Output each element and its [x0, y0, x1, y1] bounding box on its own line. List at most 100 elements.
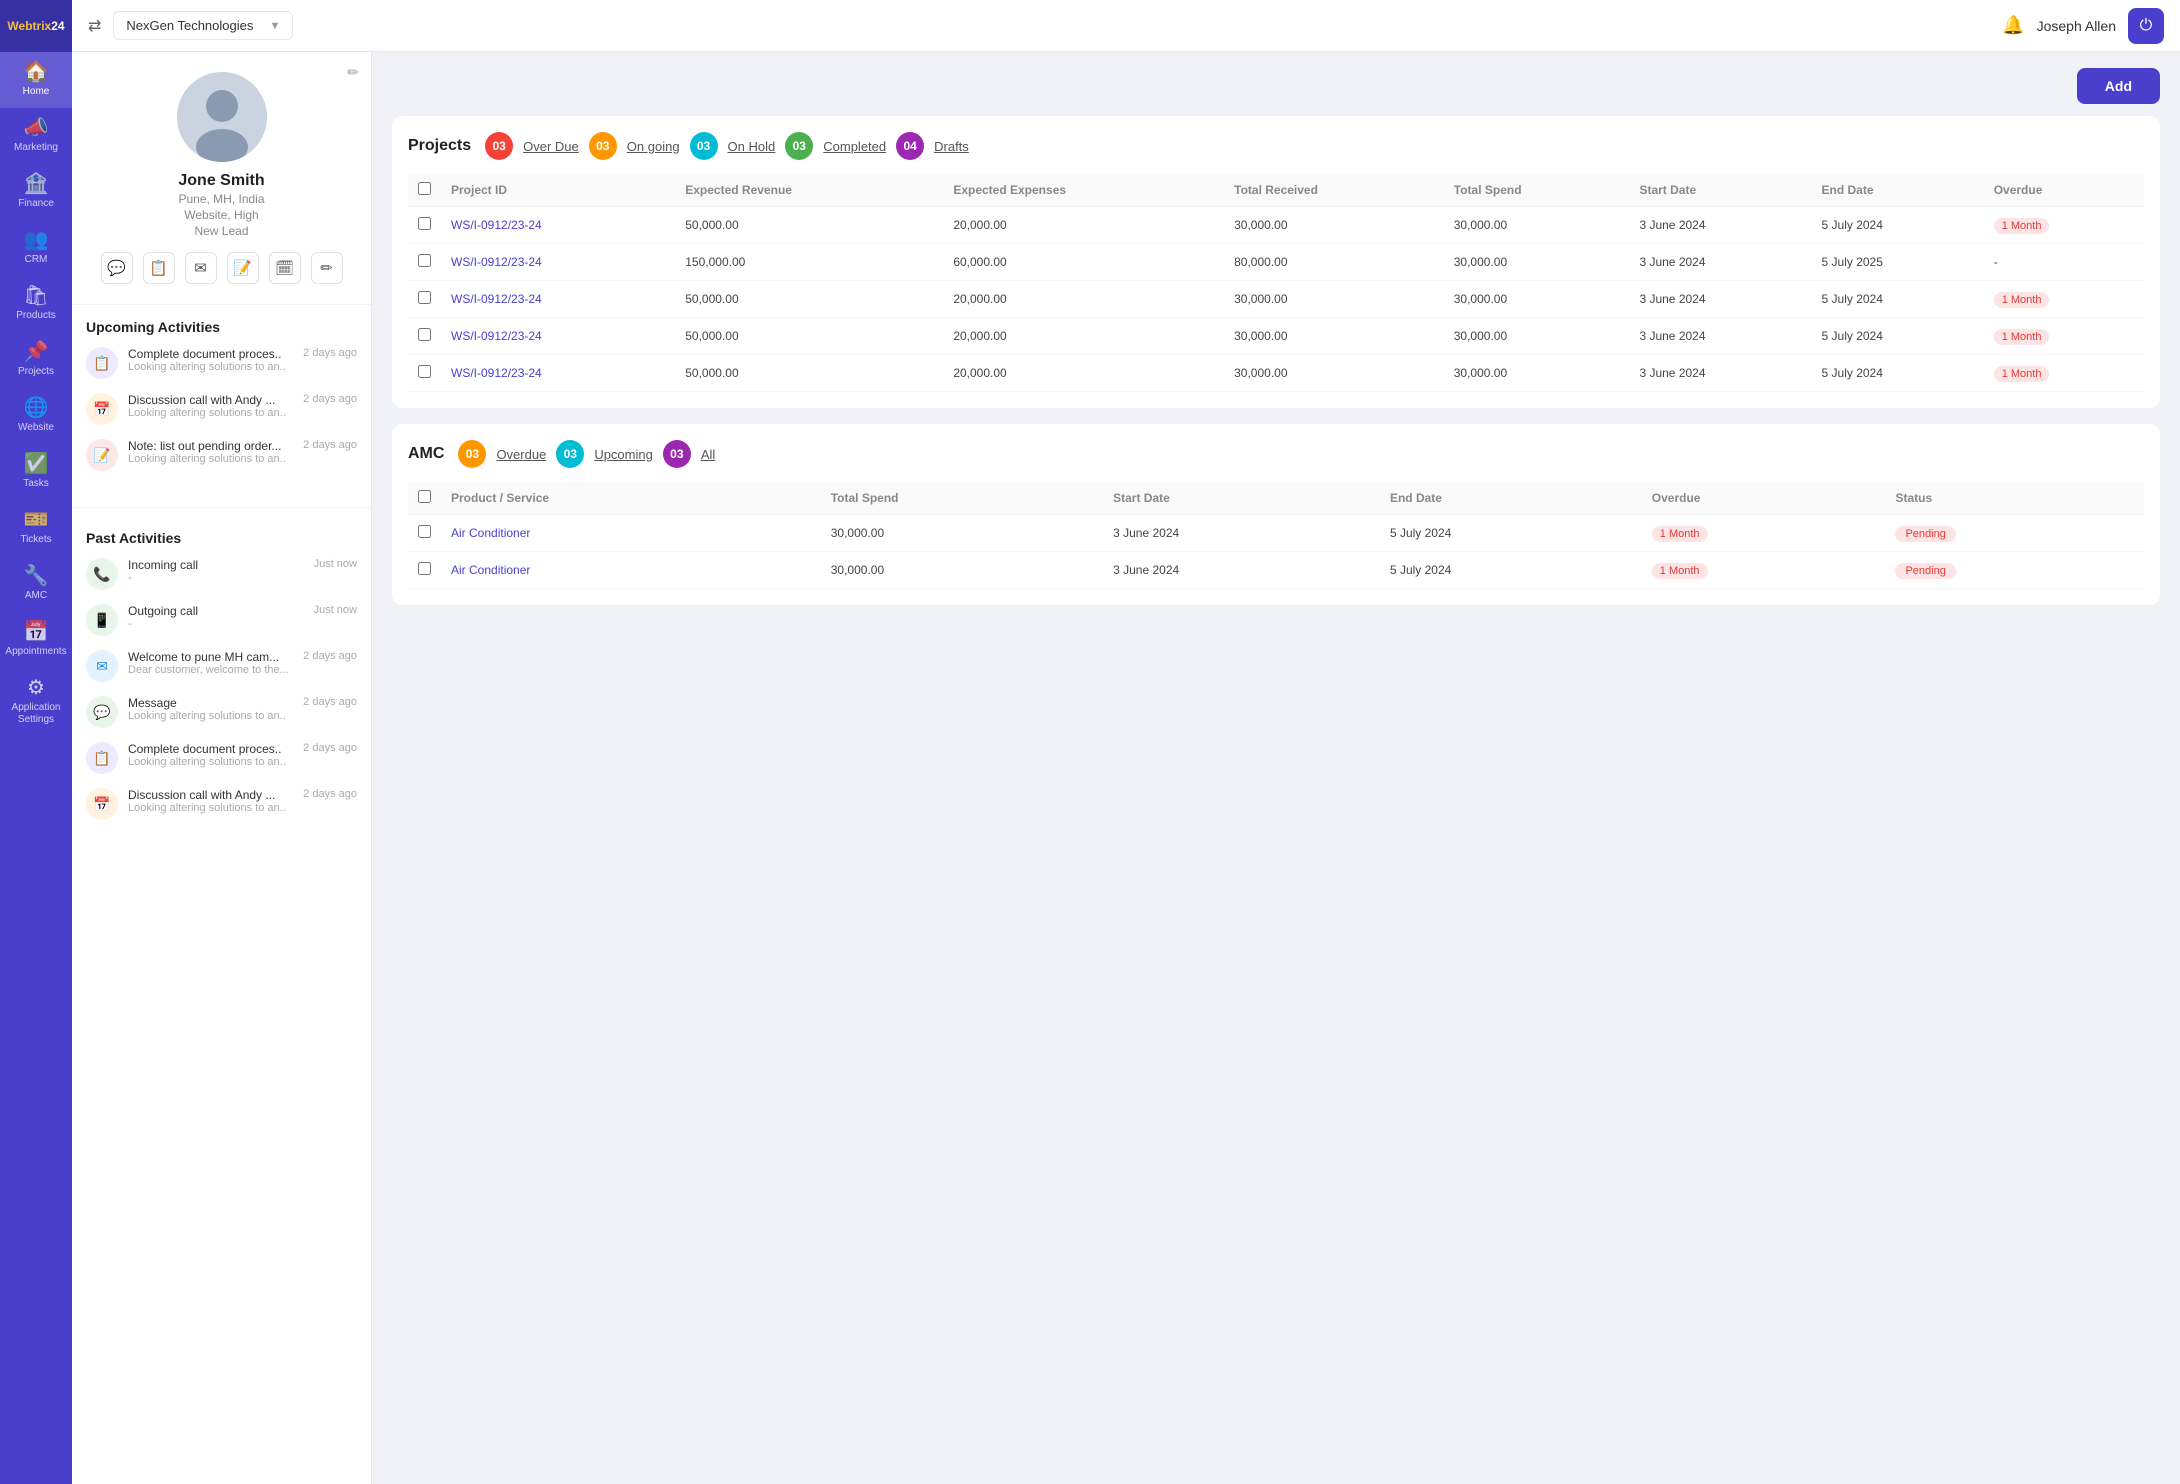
expected-expenses: 20,000.00: [943, 318, 1224, 355]
row-checkbox[interactable]: [418, 328, 431, 341]
power-button[interactable]: ⏻: [2128, 8, 2164, 44]
product-link[interactable]: Air Conditioner: [451, 563, 530, 577]
amc-tab-upcoming[interactable]: Upcoming: [594, 447, 653, 462]
past-title-1: Incoming call: [128, 558, 304, 572]
no-overdue: -: [1994, 255, 1998, 269]
amc-title: AMC: [408, 445, 444, 463]
activity-time-3: 2 days ago: [303, 439, 357, 451]
main-wrapper: ⇄ NexGen Technologies ▼ 🔔 Joseph Allen ⏻…: [72, 0, 2180, 1484]
activity-icon-1: 📋: [86, 347, 118, 379]
appointments-icon: 📅: [24, 622, 49, 642]
total-received: 30,000.00: [1224, 281, 1444, 318]
sidebar-item-appointments[interactable]: 📅 Appointments: [0, 612, 72, 668]
overdue-cell: -: [1984, 244, 2144, 281]
amc-select-all[interactable]: [418, 490, 431, 503]
profile-name: Jone Smith: [178, 172, 264, 190]
whatsapp-button[interactable]: 💬: [101, 252, 133, 284]
row-checkbox[interactable]: [418, 217, 431, 230]
sidebar-item-tasks[interactable]: ✅ Tasks: [0, 444, 72, 500]
projects-tab-drafts[interactable]: Drafts: [934, 139, 969, 154]
project-id-link[interactable]: WS/I-0912/23-24: [451, 366, 542, 380]
project-id-link[interactable]: WS/I-0912/23-24: [451, 218, 542, 232]
arrows-icon[interactable]: ⇄: [88, 16, 101, 36]
projects-tab-overdue[interactable]: Over Due: [523, 139, 579, 154]
amc-row-checkbox[interactable]: [418, 562, 431, 575]
sidebar-item-projects[interactable]: 📌 Projects: [0, 332, 72, 388]
amc-tab-all[interactable]: All: [701, 447, 715, 462]
project-id-link[interactable]: WS/I-0912/23-24: [451, 329, 542, 343]
past-body-2: Outgoing call -: [128, 604, 304, 630]
list-item: 📅 Discussion call with Andy ... Looking …: [86, 393, 357, 425]
profile-website: Website, High: [184, 208, 258, 222]
product-link[interactable]: Air Conditioner: [451, 526, 530, 540]
col-end-date: End Date: [1812, 174, 1984, 207]
end-date: 5 July 2024: [1812, 318, 1984, 355]
past-icon-1: 📞: [86, 558, 118, 590]
projects-tab-onhold[interactable]: On Hold: [728, 139, 776, 154]
expected-revenue: 50,000.00: [675, 318, 943, 355]
overdue-badge: 1 Month: [1994, 366, 2050, 382]
row-checkbox[interactable]: [418, 254, 431, 267]
projects-tab-completed[interactable]: Completed: [823, 139, 886, 154]
sidebar-item-products[interactable]: 🛍 Products: [0, 276, 72, 332]
edit-button[interactable]: ✏: [311, 252, 343, 284]
sidebar-item-home[interactable]: 🏠 Home: [0, 52, 72, 108]
amc-start-date: 3 June 2024: [1103, 515, 1380, 552]
sidebar-item-finance[interactable]: 🏦 Finance: [0, 164, 72, 220]
user-name: Joseph Allen: [2037, 18, 2116, 34]
past-time-4: 2 days ago: [303, 696, 357, 708]
finance-icon: 🏦: [24, 174, 49, 194]
profile-card: ✏ Jone Smith Pune, MH, India Website, Hi…: [72, 52, 371, 305]
sidebar-item-marketing[interactable]: 📣 Marketing: [0, 108, 72, 164]
project-id-link[interactable]: WS/I-0912/23-24: [451, 255, 542, 269]
sidebar-item-website[interactable]: 🌐 Website: [0, 388, 72, 444]
notes-button[interactable]: 📝: [227, 252, 259, 284]
amc-total-spend: 30,000.00: [821, 552, 1103, 589]
document-button[interactable]: 📋: [143, 252, 175, 284]
amc-row-checkbox[interactable]: [418, 525, 431, 538]
col-project-id: Project ID: [441, 174, 675, 207]
activity-body-2: Discussion call with Andy ... Looking al…: [128, 393, 293, 419]
sidebar: Webtrix24 🏠 Home 📣 Marketing 🏦 Finance 👥…: [0, 0, 72, 1484]
activity-title-1: Complete document proces..: [128, 347, 293, 361]
past-desc-2: -: [128, 618, 304, 630]
projects-tab-onhold-label: On Hold: [728, 139, 776, 154]
project-id-link[interactable]: WS/I-0912/23-24: [451, 292, 542, 306]
sidebar-item-projects-label: Projects: [18, 366, 54, 378]
separator: [72, 507, 371, 508]
add-button[interactable]: Add: [2077, 68, 2160, 104]
marketing-icon: 📣: [24, 118, 49, 138]
sidebar-item-tickets[interactable]: 🎫 Tickets: [0, 500, 72, 556]
row-checkbox[interactable]: [418, 365, 431, 378]
expected-expenses: 20,000.00: [943, 281, 1224, 318]
notification-bell-icon[interactable]: 🔔: [2002, 15, 2024, 36]
col-overdue: Overdue: [1984, 174, 2144, 207]
total-received: 30,000.00: [1224, 318, 1444, 355]
status-badge: Pending: [1895, 563, 1955, 579]
col-start-date: Start Date: [1629, 174, 1811, 207]
right-panel: Add Projects 03 Over Due 03 On going 03: [372, 52, 2180, 1484]
row-checkbox[interactable]: [418, 291, 431, 304]
amc-tab-all-label: All: [701, 447, 715, 462]
calendar-button[interactable]: 🗓: [269, 252, 301, 284]
table-row: WS/I-0912/23-24 50,000.00 20,000.00 30,0…: [408, 318, 2144, 355]
sidebar-item-amc[interactable]: 🔧 AMC: [0, 556, 72, 612]
amc-start-date: 3 June 2024: [1103, 552, 1380, 589]
sidebar-item-appsettings[interactable]: ⚙ Application Settings: [0, 668, 72, 736]
past-time-3: 2 days ago: [303, 650, 357, 662]
email-button[interactable]: ✉: [185, 252, 217, 284]
projects-tab-ongoing[interactable]: On going: [627, 139, 680, 154]
company-selector[interactable]: NexGen Technologies ▼: [113, 11, 293, 40]
table-row: Air Conditioner 30,000.00 3 June 2024 5 …: [408, 552, 2144, 589]
past-desc-4: Looking altering solutions to an..: [128, 710, 293, 722]
past-time-6: 2 days ago: [303, 788, 357, 800]
website-icon: 🌐: [24, 398, 49, 418]
profile-edit-button[interactable]: ✏: [347, 64, 359, 81]
amc-tab-overdue[interactable]: Overdue: [496, 447, 546, 462]
projects-select-all[interactable]: [418, 182, 431, 195]
amc-overdue-cell: 1 Month: [1642, 552, 1886, 589]
list-item: 💬 Message Looking altering solutions to …: [86, 696, 357, 728]
past-desc-5: Looking altering solutions to an..: [128, 756, 293, 768]
projects-tab-badge-ongoing: 03: [589, 132, 617, 160]
sidebar-item-crm[interactable]: 👥 CRM: [0, 220, 72, 276]
